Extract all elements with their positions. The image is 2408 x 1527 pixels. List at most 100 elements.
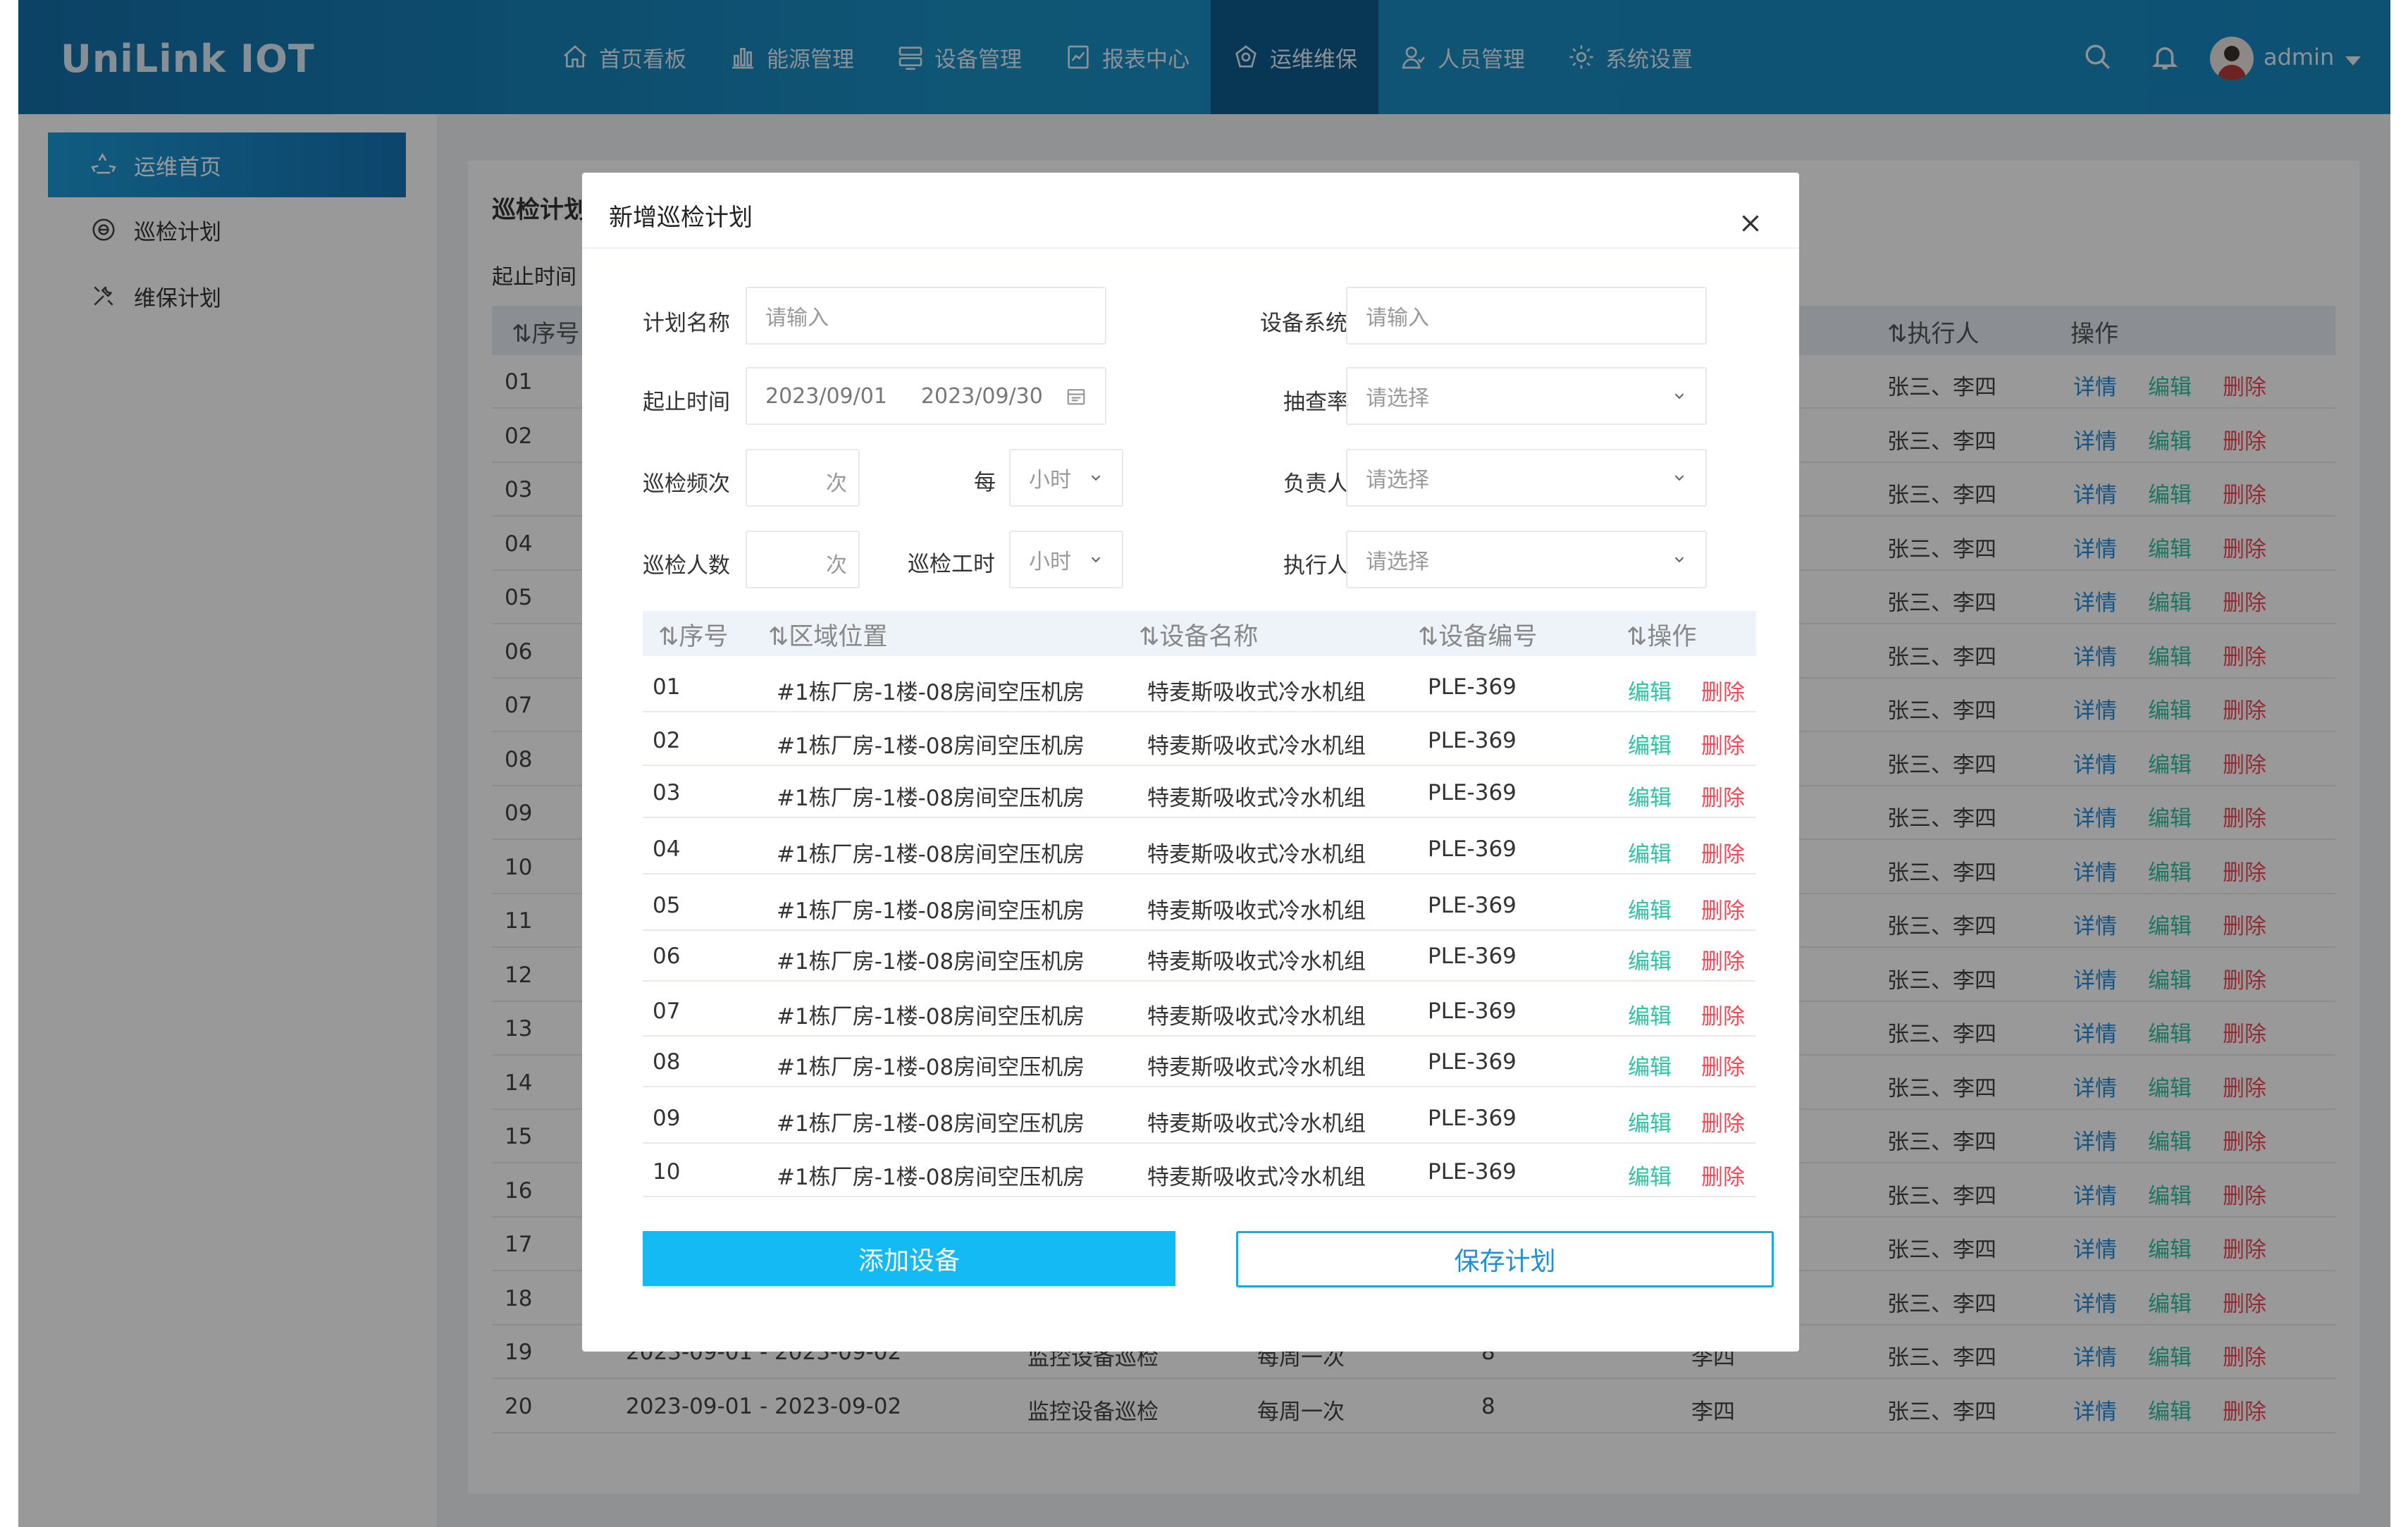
cell-code: PLE-369 xyxy=(1428,836,1517,862)
cell-seq: 06 xyxy=(653,944,681,969)
edit-link[interactable]: 编辑 xyxy=(1628,728,1672,760)
delete-link[interactable]: 删除 xyxy=(1701,1049,1745,1081)
edit-link[interactable]: 编辑 xyxy=(1628,780,1672,812)
cell-location: #1栋厂房-1楼-08房间空压机房 xyxy=(777,1165,1085,1190)
dialog-title: 新增巡检计划 xyxy=(609,204,753,232)
cell-seq: 08 xyxy=(653,1049,681,1075)
executor-placeholder: 请选择 xyxy=(1366,550,1429,574)
device-system-label: 设备系统 xyxy=(1260,311,1347,336)
close-icon[interactable] xyxy=(1738,211,1763,236)
cell-seq: 01 xyxy=(653,674,681,700)
executor-label: 执行人 xyxy=(1283,553,1349,579)
edit-link[interactable]: 编辑 xyxy=(1628,944,1672,975)
date-range-picker[interactable]: 2023/09/01 2023/09/30 xyxy=(746,367,1106,425)
owner-select[interactable]: 请选择 xyxy=(1346,449,1707,507)
edit-link[interactable]: 编辑 xyxy=(1628,836,1672,868)
add-device-button[interactable]: 添加设备 xyxy=(643,1231,1175,1286)
cell-device: 特麦斯吸收式冷水机组 xyxy=(1147,680,1366,705)
cell-location: #1栋厂房-1楼-08房间空压机房 xyxy=(777,1004,1085,1030)
column-header-seq[interactable]: ⇅序号 xyxy=(658,617,728,653)
save-plan-button[interactable]: 保存计划 xyxy=(1236,1231,1774,1287)
device-system-placeholder: 请输入 xyxy=(1366,306,1429,330)
divider xyxy=(582,247,1799,249)
delete-link[interactable]: 删除 xyxy=(1701,674,1745,706)
cell-location: #1栋厂房-1楼-08房间空压机房 xyxy=(777,1111,1085,1137)
delete-link[interactable]: 删除 xyxy=(1701,999,1745,1030)
start-date: 2023/09/01 xyxy=(765,383,887,409)
delete-link[interactable]: 删除 xyxy=(1701,780,1745,812)
cell-location: #1栋厂房-1楼-08房间空压机房 xyxy=(777,1055,1085,1080)
per-unit-select[interactable]: 小时 xyxy=(1009,449,1123,507)
sampling-rate-label: 抽查率 xyxy=(1283,390,1349,415)
device-table-header: ⇅序号 ⇅区域位置 ⇅设备名称 ⇅设备编号 ⇅操作 xyxy=(643,611,1756,656)
device-row: 03 #1栋厂房-1楼-08房间空压机房 特麦斯吸收式冷水机组 PLE-369 编辑 删除 xyxy=(643,765,1756,818)
edit-link[interactable]: 编辑 xyxy=(1628,893,1672,925)
device-system-input[interactable]: 请输入 xyxy=(1346,287,1707,345)
delete-link[interactable]: 删除 xyxy=(1701,1159,1745,1191)
cell-location: #1栋厂房-1楼-08房间空压机房 xyxy=(777,734,1085,759)
delete-link[interactable]: 删除 xyxy=(1701,728,1745,760)
cell-device: 特麦斯吸收式冷水机组 xyxy=(1147,1111,1366,1137)
cell-device: 特麦斯吸收式冷水机组 xyxy=(1147,898,1366,924)
column-header-ops: ⇅操作 xyxy=(1626,623,1697,651)
cell-code: PLE-369 xyxy=(1428,674,1517,700)
chevron-down-icon xyxy=(1091,475,1101,481)
device-row: 01 #1栋厂房-1楼-08房间空压机房 特麦斯吸收式冷水机组 PLE-369 编辑 删除 xyxy=(643,659,1756,712)
cell-code: PLE-369 xyxy=(1428,944,1517,969)
plan-name-placeholder: 请输入 xyxy=(765,306,829,330)
work-hours-select[interactable]: 小时 xyxy=(1009,531,1123,588)
cell-code: PLE-369 xyxy=(1428,728,1517,753)
edit-link[interactable]: 编辑 xyxy=(1628,999,1672,1030)
period-label: 起止时间 xyxy=(643,390,730,415)
cell-seq: 03 xyxy=(653,780,681,805)
chevron-down-icon xyxy=(1091,557,1101,563)
delete-link[interactable]: 删除 xyxy=(1701,893,1745,925)
plan-name-label: 计划名称 xyxy=(643,311,730,336)
add-inspection-plan-dialog: 新增巡检计划 计划名称 请输入 设备系统 请输入 起止时间 2023/09/01… xyxy=(582,173,1799,1352)
app-window: UniLink IOT 首页看板 能源管理 设备管理 报表中心 运维维保 人员管理 系统设置… xyxy=(18,0,2390,1527)
device-row: 02 #1栋厂房-1楼-08房间空压机房 特麦斯吸收式冷水机组 PLE-369 编辑 删除 xyxy=(643,712,1756,766)
sampling-rate-placeholder: 请选择 xyxy=(1366,386,1429,411)
column-header-code[interactable]: ⇅设备编号 xyxy=(1418,617,1537,653)
edit-link[interactable]: 编辑 xyxy=(1628,674,1672,706)
edit-link[interactable]: 编辑 xyxy=(1628,1106,1672,1137)
cell-location: #1栋厂房-1楼-08房间空压机房 xyxy=(777,786,1085,811)
column-header-device[interactable]: ⇅设备名称 xyxy=(1139,617,1258,653)
cell-location: #1栋厂房-1楼-08房间空压机房 xyxy=(777,680,1085,705)
device-row: 05 #1栋厂房-1楼-08房间空压机房 特麦斯吸收式冷水机组 PLE-369 编辑 删除 xyxy=(643,877,1756,931)
device-row: 09 #1栋厂房-1楼-08房间空压机房 特麦斯吸收式冷水机组 PLE-369 编辑 删除 xyxy=(643,1090,1756,1144)
cell-seq: 07 xyxy=(653,999,681,1024)
cell-seq: 09 xyxy=(653,1106,681,1131)
cell-code: PLE-369 xyxy=(1428,1049,1517,1075)
delete-link[interactable]: 删除 xyxy=(1701,836,1745,868)
cell-code: PLE-369 xyxy=(1428,780,1517,805)
per-label: 每 xyxy=(974,470,996,495)
column-header-location[interactable]: ⇅区域位置 xyxy=(768,617,887,653)
cell-device: 特麦斯吸收式冷水机组 xyxy=(1147,949,1366,975)
frequency-input[interactable]: 次 xyxy=(746,449,860,507)
edit-link[interactable]: 编辑 xyxy=(1628,1159,1672,1191)
cell-code: PLE-369 xyxy=(1428,893,1517,918)
delete-link[interactable]: 删除 xyxy=(1701,1106,1745,1137)
sampling-rate-select[interactable]: 请选择 xyxy=(1346,367,1707,425)
device-row: 07 #1栋厂房-1楼-08房间空压机房 特麦斯吸收式冷水机组 PLE-369 编辑 删除 xyxy=(643,983,1756,1037)
work-hours-label: 巡检工时 xyxy=(908,552,995,577)
cell-location: #1栋厂房-1楼-08房间空压机房 xyxy=(777,949,1085,975)
device-row: 08 #1栋厂房-1楼-08房间空压机房 特麦斯吸收式冷水机组 PLE-369 编辑 删除 xyxy=(643,1034,1756,1087)
work-hours-value: 小时 xyxy=(1029,550,1071,574)
chevron-down-icon xyxy=(1674,393,1684,400)
executor-select[interactable]: 请选择 xyxy=(1346,531,1707,588)
people-count-input[interactable]: 次 xyxy=(746,531,860,588)
cell-seq: 10 xyxy=(653,1159,681,1185)
calendar-icon xyxy=(1067,389,1085,405)
owner-placeholder: 请选择 xyxy=(1366,468,1429,493)
cell-seq: 04 xyxy=(653,836,681,862)
cell-seq: 05 xyxy=(653,893,681,918)
plan-name-input[interactable]: 请输入 xyxy=(746,287,1106,345)
cell-location: #1栋厂房-1楼-08房间空压机房 xyxy=(777,842,1085,867)
people-count-unit: 次 xyxy=(826,553,847,578)
delete-link[interactable]: 删除 xyxy=(1701,944,1745,975)
cell-device: 特麦斯吸收式冷水机组 xyxy=(1147,1165,1366,1190)
edit-link[interactable]: 编辑 xyxy=(1628,1049,1672,1081)
per-unit-value: 小时 xyxy=(1029,468,1071,493)
